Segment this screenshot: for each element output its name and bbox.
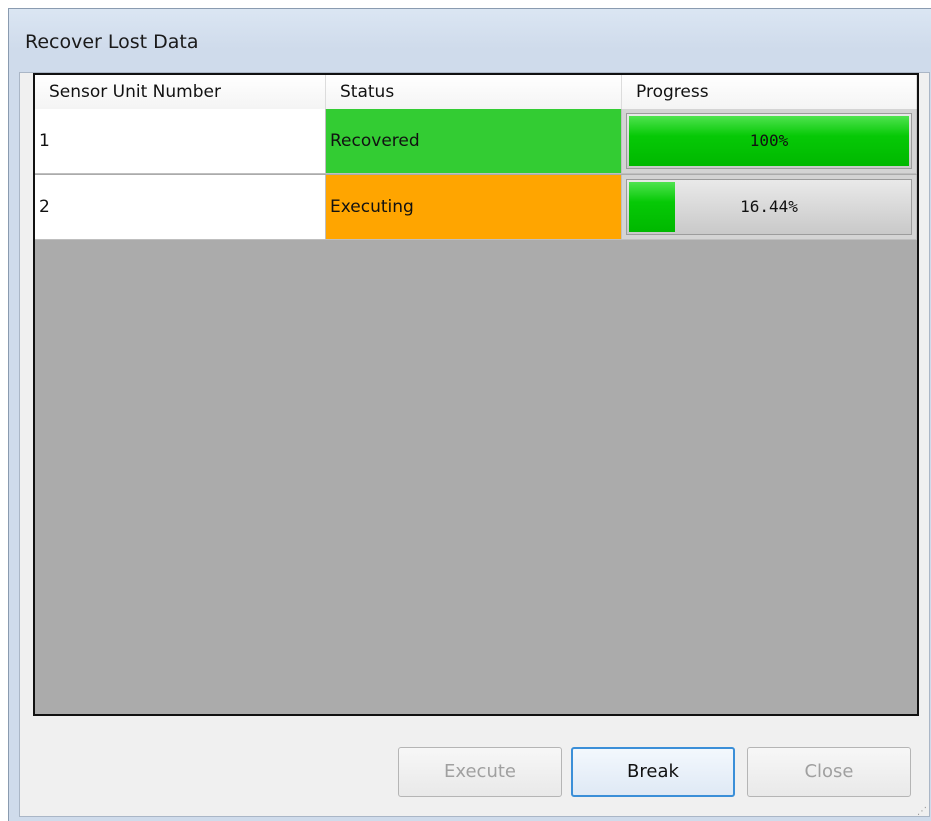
progress-label: 100% <box>749 131 789 150</box>
table-header: Sensor Unit Number Status Progress <box>35 75 917 109</box>
progress-cell: 100% <box>622 109 917 174</box>
column-header-sensor-unit-number[interactable]: Sensor Unit Number <box>35 75 326 109</box>
close-button[interactable]: Close <box>747 747 911 797</box>
progress-bar: 100% <box>626 113 912 169</box>
column-header-progress[interactable]: Progress <box>622 75 917 109</box>
status-cell: Executing <box>326 175 622 240</box>
sensor-unit-number-cell: 1 <box>35 109 326 174</box>
window-title: Recover Lost Data <box>25 31 199 53</box>
dialog-window: Recover Lost Data Sensor Unit Number Sta… <box>8 8 931 821</box>
recovery-table[interactable]: Sensor Unit Number Status Progress 1 Rec… <box>33 73 919 716</box>
sensor-unit-number-cell: 2 <box>35 175 326 240</box>
status-cell: Recovered <box>326 109 622 174</box>
break-button[interactable]: Break <box>571 747 735 797</box>
execute-button[interactable]: Execute <box>398 747 562 797</box>
progress-label: 16.44% <box>740 197 798 216</box>
progress-bar: 16.44% <box>626 179 912 235</box>
column-header-status[interactable]: Status <box>326 75 622 109</box>
progress-cell: 16.44% <box>622 175 917 240</box>
resize-grip-icon[interactable]: ⋰ <box>917 806 927 817</box>
table-row[interactable]: 2 Executing 16.44% <box>35 175 917 241</box>
table-row[interactable]: 1 Recovered 100% <box>35 109 917 175</box>
